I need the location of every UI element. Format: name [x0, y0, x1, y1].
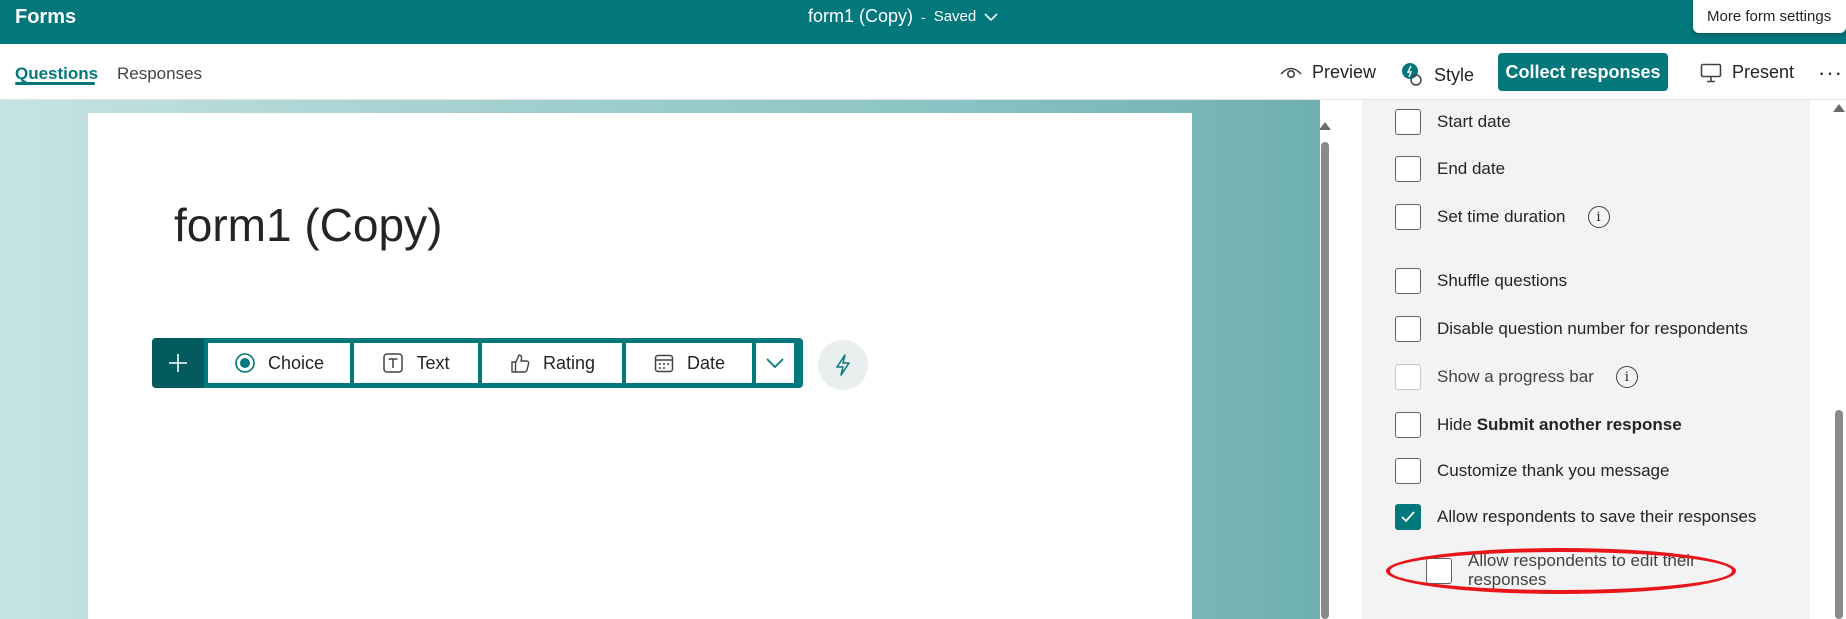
shuffle-questions-checkbox[interactable] [1395, 268, 1421, 294]
rating-question-button[interactable]: Rating [482, 343, 622, 383]
checkmark-icon [1401, 511, 1415, 523]
submit-another-bold: Submit another response [1476, 415, 1682, 434]
form-canvas: form1 (Copy) Choice Text Rating Date [0, 100, 1320, 619]
setting-customize-thank-you[interactable]: Customize thank you message [1395, 458, 1669, 484]
settings-scrollbar[interactable] [1832, 100, 1846, 619]
info-icon[interactable]: i [1587, 206, 1610, 228]
palette-icon [1402, 63, 1422, 86]
add-question-toolbar: Choice Text Rating Date [152, 338, 803, 388]
tab-responses[interactable]: Responses [117, 64, 202, 84]
quick-import-button[interactable] [818, 340, 868, 390]
plus-icon [169, 354, 187, 372]
text-question-button[interactable]: Text [354, 343, 478, 383]
text-label: Text [416, 352, 450, 373]
date-question-button[interactable]: Date [626, 343, 752, 383]
time-duration-checkbox[interactable] [1395, 204, 1421, 230]
more-question-types-button[interactable] [756, 343, 794, 383]
present-button[interactable]: Present [1700, 62, 1794, 83]
time-duration-label: Set time duration [1437, 207, 1566, 226]
monitor-icon [1700, 63, 1722, 82]
setting-disable-question-number[interactable]: Disable question number for respondents [1395, 316, 1748, 342]
progress-bar-label: Show a progress bar [1437, 367, 1594, 386]
customize-thank-you-label: Customize thank you message [1437, 461, 1670, 480]
document-title-area[interactable]: form1 (Copy) - Saved [808, 6, 998, 27]
title-separator: - [921, 8, 926, 25]
setting-save-responses[interactable]: Allow respondents to save their response… [1395, 504, 1756, 530]
calendar-icon [654, 354, 674, 373]
top-bar: Forms form1 (Copy) - Saved More form set… [0, 0, 1846, 44]
tab-questions[interactable]: Questions [15, 64, 98, 84]
text-box-icon [383, 353, 404, 373]
form-title[interactable]: form1 (Copy) [174, 198, 442, 252]
annotation-circle [1386, 548, 1736, 594]
eye-icon [1280, 67, 1302, 78]
save-responses-checkbox[interactable] [1395, 504, 1421, 530]
setting-progress-bar[interactable]: Show a progress bar i [1395, 364, 1638, 390]
lightning-icon [836, 354, 850, 376]
date-label: Date [686, 352, 726, 373]
collect-responses-button[interactable]: Collect responses [1498, 53, 1668, 91]
disable-question-number-label: Disable question number for respondents [1437, 319, 1748, 338]
app-name[interactable]: Forms [15, 6, 76, 29]
save-status: Saved [933, 8, 977, 25]
end-date-checkbox[interactable] [1395, 156, 1421, 182]
document-title: form1 (Copy) [808, 6, 914, 26]
progress-bar-checkbox[interactable] [1395, 364, 1421, 390]
customize-thank-you-checkbox[interactable] [1395, 458, 1421, 484]
shuffle-questions-label: Shuffle questions [1437, 271, 1568, 290]
info-icon[interactable]: i [1615, 366, 1638, 388]
scroll-up-arrow-icon[interactable] [1833, 104, 1845, 112]
chevron-down-icon [766, 358, 784, 369]
disable-question-number-checkbox[interactable] [1395, 316, 1421, 342]
scroll-up-arrow-icon[interactable] [1319, 122, 1331, 130]
setting-start-date[interactable]: Start date [1395, 109, 1511, 135]
canvas-scrollbar[interactable] [1318, 118, 1332, 619]
canvas-scroll-thumb[interactable] [1321, 142, 1329, 619]
hide-submit-another-label: Hide Submit another response [1437, 415, 1682, 435]
end-date-label: End date [1437, 159, 1506, 178]
style-button[interactable]: Style [1400, 62, 1474, 88]
command-bar: Questions Responses Preview Style Collec… [0, 44, 1846, 100]
preview-label: Preview [1312, 62, 1377, 82]
settings-scroll-thumb[interactable] [1835, 410, 1843, 619]
more-settings-tooltip: More form settings [1693, 0, 1846, 33]
form-card: form1 (Copy) Choice Text Rating Date [88, 113, 1192, 619]
rating-label: Rating [542, 352, 596, 373]
more-options-button[interactable]: ··· [1818, 60, 1843, 86]
setting-hide-submit-another[interactable]: Hide Submit another response [1395, 412, 1682, 438]
choice-question-button[interactable]: Choice [208, 343, 350, 383]
start-date-label: Start date [1437, 112, 1511, 131]
radio-choice-icon [235, 353, 255, 373]
choice-label: Choice [267, 352, 325, 373]
present-label: Present [1732, 62, 1795, 82]
chevron-down-icon [984, 12, 998, 21]
style-label: Style [1434, 64, 1475, 85]
thumbs-up-icon [511, 354, 530, 373]
setting-time-duration[interactable]: Set time duration i [1395, 204, 1610, 230]
save-responses-label: Allow respondents to save their response… [1437, 507, 1757, 526]
hide-submit-another-checkbox[interactable] [1395, 412, 1421, 438]
active-tab-indicator [15, 82, 95, 85]
preview-button[interactable]: Preview [1280, 62, 1376, 83]
start-date-checkbox[interactable] [1395, 109, 1421, 135]
setting-shuffle-questions[interactable]: Shuffle questions [1395, 268, 1567, 294]
add-question-button[interactable] [152, 338, 204, 388]
setting-end-date[interactable]: End date [1395, 156, 1505, 182]
hide-prefix: Hide [1437, 415, 1477, 434]
